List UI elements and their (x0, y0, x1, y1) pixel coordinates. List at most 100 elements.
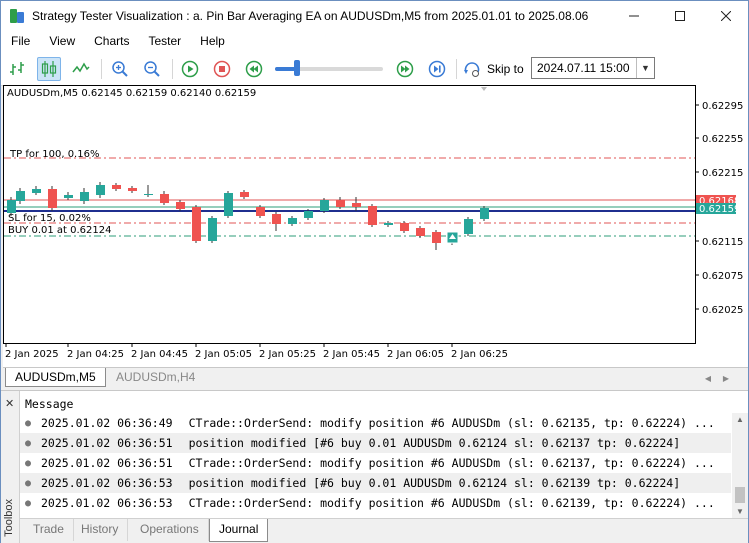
line-chart-button[interactable] (69, 57, 93, 81)
menu-file[interactable]: File (1, 31, 39, 52)
stop-button[interactable] (210, 57, 234, 81)
bull-candle (208, 218, 217, 241)
price-label: 0.62075 (702, 271, 743, 282)
step-forward-button[interactable] (425, 57, 449, 81)
menu-bar: File View Charts Tester Help (1, 31, 748, 52)
menu-help[interactable]: Help (190, 31, 234, 52)
scroll-up-icon[interactable]: ▲ (736, 415, 744, 424)
toolbar: Skip to 2024.07.11 15:00 ▼ (1, 52, 748, 86)
line-chart-icon (72, 62, 90, 73)
price-label: 0.62295 (702, 101, 743, 112)
log-time: 2025.01.02 06:36:53 (41, 476, 173, 490)
bear-candle (48, 189, 57, 208)
zoom-out-button[interactable] (140, 57, 164, 81)
zoom-out-icon (144, 61, 160, 77)
close-icon (721, 11, 731, 21)
toolbox-panel: ✕ Toolbox Message ● 2025.01.02 06:36:49 CT… (1, 390, 748, 543)
sl-label: SL for 15, 0.02% (8, 213, 91, 224)
toolbox-sidebar: ✕ Toolbox (1, 391, 20, 543)
skip-to-date-value[interactable]: 2024.07.11 15:00 (532, 61, 636, 75)
chart-canvas: 0.62295 0.62255 0.62215 0.62115 0.62075 0.620… (3, 85, 743, 360)
bear-candle (336, 200, 345, 207)
zoom-in-button[interactable] (108, 57, 132, 81)
time-label: 2 Jan 06:25 (451, 349, 508, 360)
candlestick-chart-button[interactable] (37, 57, 61, 81)
minimize-button[interactable] (611, 1, 657, 31)
bear-candle (272, 214, 281, 224)
log-message: position modified [#6 buy 0.01 AUDUSDm 0… (188, 436, 681, 450)
log-time: 2025.01.02 06:36:49 (41, 416, 173, 430)
bear-candle (128, 188, 137, 191)
calendar-dropdown-icon[interactable]: ▼ (636, 58, 654, 78)
price-label: 0.62255 (702, 134, 743, 145)
fast-forward-button[interactable] (393, 57, 417, 81)
time-label: 2 Jan 04:25 (67, 349, 124, 360)
skip-to-icon (464, 62, 480, 77)
log-row[interactable]: ● 2025.01.02 06:36:51 position modified [#… (20, 433, 731, 453)
window-title: Strategy Tester Visualization : a. Pin B… (32, 9, 589, 23)
tabs-scroll-right-icon[interactable]: ▶ (719, 372, 733, 384)
skip-to-date-picker[interactable]: 2024.07.11 15:00 ▼ (531, 57, 655, 79)
log-message: CTrade::OrderSend: modify position #6 AU… (188, 416, 715, 430)
log-time: 2025.01.02 06:36:51 (41, 436, 173, 450)
tab-journal[interactable]: Journal (209, 519, 269, 542)
scroll-thumb[interactable] (735, 487, 745, 503)
log-row[interactable]: ● 2025.01.02 06:36:53 position modified [#… (20, 473, 731, 493)
menu-view[interactable]: View (39, 31, 84, 52)
bull-candle (7, 200, 16, 213)
message-column-header[interactable]: Message (25, 397, 73, 411)
tabs-scroll-left-icon[interactable]: ◀ (701, 372, 715, 384)
minimize-icon (629, 15, 639, 17)
maximize-icon (675, 11, 685, 21)
chart-tab-h4[interactable]: AUDUSDm,H4 (107, 368, 204, 387)
price-label: 0.62115 (702, 237, 743, 248)
bear-candle (240, 192, 249, 197)
log-bullet-icon: ● (25, 497, 32, 509)
bear-candle (176, 202, 185, 209)
rewind-button[interactable] (242, 57, 266, 81)
tab-history[interactable]: History (72, 519, 129, 541)
menu-tester[interactable]: Tester (138, 31, 190, 52)
bar-chart-button[interactable] (6, 57, 30, 81)
scroll-down-icon[interactable]: ▼ (736, 507, 744, 516)
maximize-button[interactable] (657, 1, 703, 31)
log-row[interactable]: ● 2025.01.02 06:36:49 CTrade::OrderSend: m… (20, 413, 731, 433)
play-button[interactable] (178, 57, 202, 81)
log-row[interactable]: ● 2025.01.02 06:36:53 CTrade::OrderSend: m… (20, 493, 731, 513)
tab-operations[interactable]: Operations (131, 519, 209, 541)
step-forward-icon (428, 60, 446, 78)
skip-to-icon-button[interactable] (460, 57, 484, 81)
menu-charts[interactable]: Charts (84, 31, 138, 52)
speed-slider-thumb[interactable] (293, 60, 300, 76)
log-row[interactable]: ● 2025.01.02 06:36:51 CTrade::OrderSend: m… (20, 453, 731, 473)
bull-candle (144, 194, 153, 195)
price-chart[interactable]: 0.62295 0.62255 0.62215 0.62115 0.62075 0.620… (3, 85, 748, 367)
toolbox-close-icon[interactable]: ✕ (5, 397, 14, 410)
bull-candle (304, 211, 313, 218)
journal-scrollbar[interactable]: ▲ ▼ (732, 413, 748, 519)
bull-candle (480, 208, 489, 219)
time-label: 2 Jan 05:25 (259, 349, 316, 360)
close-button[interactable] (703, 1, 749, 31)
toolbox-label: Toolbox (3, 499, 15, 537)
skip-to-label: Skip to (487, 62, 524, 76)
log-bullet-icon: ● (25, 477, 32, 489)
buy-label: BUY 0.01 at 0.62124 (8, 225, 112, 236)
bear-candle (352, 203, 361, 207)
tab-trade[interactable]: Trade (24, 519, 74, 541)
bear-candle (400, 223, 409, 231)
speed-slider[interactable] (275, 67, 383, 71)
bear-candle (368, 206, 377, 225)
bull-candle (320, 200, 329, 211)
chart-tab-m5[interactable]: AUDUSDm,M5 (5, 368, 106, 387)
bull-candle (64, 195, 73, 198)
log-bullet-icon: ● (25, 417, 32, 429)
bid-price-tag-text: 0.62159 (699, 204, 740, 215)
zoom-in-icon (112, 61, 128, 77)
bear-candle (416, 228, 425, 236)
bull-candle (224, 193, 233, 216)
play-icon (181, 60, 199, 78)
rewind-icon (245, 60, 263, 78)
log-message: position modified [#6 buy 0.01 AUDUSDm 0… (188, 476, 681, 490)
bear-candle (192, 207, 201, 241)
